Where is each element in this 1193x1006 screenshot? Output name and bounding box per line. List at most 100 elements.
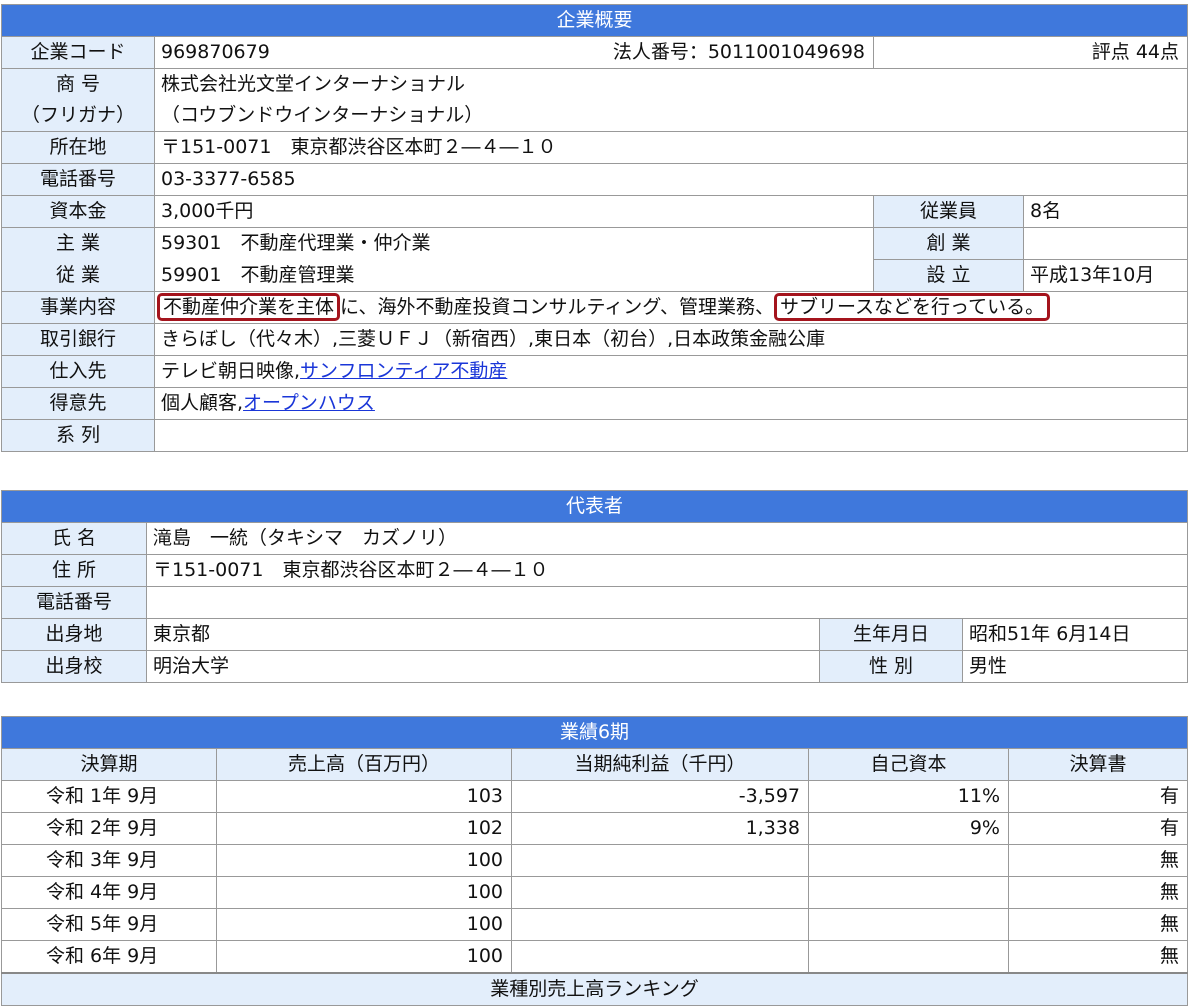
representative-header: 代表者	[1, 490, 1188, 523]
suppliers: テレビ朝日映像,サンフロンティア不動産	[154, 355, 1188, 388]
statement: 有	[1008, 780, 1188, 813]
period: 令和 3年 9月	[1, 844, 217, 877]
affiliate-label: 系 列	[1, 419, 155, 452]
business-content-middle: に、海外不動産投資コンサルティング、管理業務、	[340, 296, 774, 318]
rep-address-label: 住 所	[1, 554, 147, 587]
table-row: 令和 1年 9月 103 -3,597 11% 有	[1, 780, 1188, 813]
banks-label: 取引銀行	[1, 323, 155, 356]
results-header: 業績6期	[1, 716, 1188, 749]
ranking-header: 業種別売上高ランキング	[1, 972, 1188, 1006]
established-label: 設 立	[873, 259, 1024, 292]
equity: 9%	[808, 812, 1009, 845]
equity	[808, 844, 1009, 877]
period: 令和 2年 9月	[1, 812, 217, 845]
founded	[1023, 227, 1188, 260]
company-code-label: 企業コード	[1, 36, 155, 69]
supplier-text: テレビ朝日映像,	[161, 360, 301, 382]
phone-label: 電話番号	[1, 163, 155, 196]
highlight-box-sublease: サブリースなどを行っている。	[773, 293, 1051, 321]
company-name: 株式会社光文堂インターナショナル	[154, 68, 1188, 100]
affiliate	[154, 419, 1188, 452]
corporate-number: 法人番号：5011001049698	[613, 37, 865, 68]
profit	[511, 908, 809, 941]
company-phone: 03-3377-6585	[154, 163, 1188, 196]
capital: 3,000千円	[154, 195, 874, 228]
suppliers-label: 仕入先	[1, 355, 155, 388]
col-sales: 売上高（百万円）	[216, 748, 512, 781]
main-business: 59301 不動産代理業・仲介業	[154, 227, 874, 260]
period: 令和 4年 9月	[1, 876, 217, 909]
company-overview-table: 企業概要 企業コード 969870679 法人番号：5011001049698 …	[1, 4, 1188, 452]
gender: 男性	[962, 650, 1188, 683]
profit: 1,338	[511, 812, 809, 845]
customer-text: 個人顧客,	[161, 392, 244, 414]
equity	[808, 908, 1009, 941]
period: 令和 1年 9月	[1, 780, 217, 813]
sales: 100	[216, 876, 512, 909]
overview-header: 企業概要	[1, 4, 1188, 37]
school: 明治大学	[146, 650, 820, 683]
period: 令和 5年 9月	[1, 908, 217, 941]
col-statement: 決算書	[1008, 748, 1188, 781]
col-equity: 自己資本	[808, 748, 1009, 781]
company-kana-label: （フリガナ）	[1, 100, 155, 132]
representative-table: 代表者 氏 名 滝島 一統（タキシマ カズノリ） 住 所 〒151-0071 東…	[1, 490, 1188, 683]
supplier-link[interactable]: サンフロンティア不動産	[300, 360, 507, 382]
period: 令和 6年 9月	[1, 940, 217, 974]
statement: 無	[1008, 908, 1188, 941]
statement: 有	[1008, 812, 1188, 845]
table-row: 令和 4年 9月 100 無	[1, 876, 1188, 909]
company-name-label: 商 号	[1, 68, 155, 100]
sales: 102	[216, 812, 512, 845]
score: 評点 44点	[873, 36, 1188, 69]
highlight-box-main: 不動産仲介業を主体	[157, 293, 341, 321]
school-label: 出身校	[1, 650, 147, 683]
birthplace-label: 出身地	[1, 618, 147, 651]
sales: 100	[216, 908, 512, 941]
gender-label: 性 別	[819, 650, 963, 683]
sales: 100	[216, 844, 512, 877]
table-row: 令和 5年 9月 100 無	[1, 908, 1188, 941]
birthday-label: 生年月日	[819, 618, 963, 651]
table-row: 令和 2年 9月 102 1,338 9% 有	[1, 812, 1188, 845]
company-code: 969870679	[161, 41, 270, 63]
rep-address: 〒151-0071 東京都渋谷区本町２―４―１０	[146, 554, 1188, 587]
sub-business-label: 従 業	[1, 259, 155, 292]
statement: 無	[1008, 844, 1188, 877]
profit: -3,597	[511, 780, 809, 813]
company-kana: （コウブンドウインターナショナル）	[154, 100, 1188, 132]
employees-label: 従業員	[873, 195, 1024, 228]
results-table: 業績6期 決算期 売上高（百万円） 当期純利益（千円） 自己資本 決算書 令和 …	[1, 716, 1188, 1006]
main-business-label: 主 業	[1, 227, 155, 260]
equity	[808, 940, 1009, 974]
rep-phone	[146, 586, 1188, 619]
equity	[808, 876, 1009, 909]
corporate-number-label: 法人番号：	[612, 41, 708, 63]
col-profit: 当期純利益（千円）	[511, 748, 809, 781]
business-content: 不動産仲介業を主体 に、海外不動産投資コンサルティング、管理業務、 サブリースなどを…	[154, 291, 1188, 324]
statement: 無	[1008, 940, 1188, 974]
col-period: 決算期	[1, 748, 217, 781]
capital-label: 資本金	[1, 195, 155, 228]
sales: 100	[216, 940, 512, 974]
company-code-cell: 969870679 法人番号：5011001049698	[154, 36, 874, 69]
rep-name: 滝島 一統（タキシマ カズノリ）	[146, 522, 1188, 555]
profit	[511, 940, 809, 974]
established: 平成13年10月	[1023, 259, 1188, 292]
business-content-label: 事業内容	[1, 291, 155, 324]
profit	[511, 844, 809, 877]
customer-link[interactable]: オープンハウス	[243, 392, 375, 414]
address-label: 所在地	[1, 131, 155, 164]
corporate-number-value: 5011001049698	[707, 41, 865, 63]
table-row: 令和 6年 9月 100 無	[1, 940, 1188, 974]
table-row: 令和 3年 9月 100 無	[1, 844, 1188, 877]
company-address: 〒151-0071 東京都渋谷区本町２―４―１０	[154, 131, 1188, 164]
birthday: 昭和51年 6月14日	[962, 618, 1188, 651]
banks: きらぼし（代々木）,三菱ＵＦＪ（新宿西）,東日本（初台）,日本政策金融公庫	[154, 323, 1188, 356]
statement: 無	[1008, 876, 1188, 909]
employees: 8名	[1023, 195, 1188, 228]
equity: 11%	[808, 780, 1009, 813]
rep-phone-label: 電話番号	[1, 586, 147, 619]
rep-name-label: 氏 名	[1, 522, 147, 555]
sub-business: 59901 不動産管理業	[154, 259, 874, 292]
